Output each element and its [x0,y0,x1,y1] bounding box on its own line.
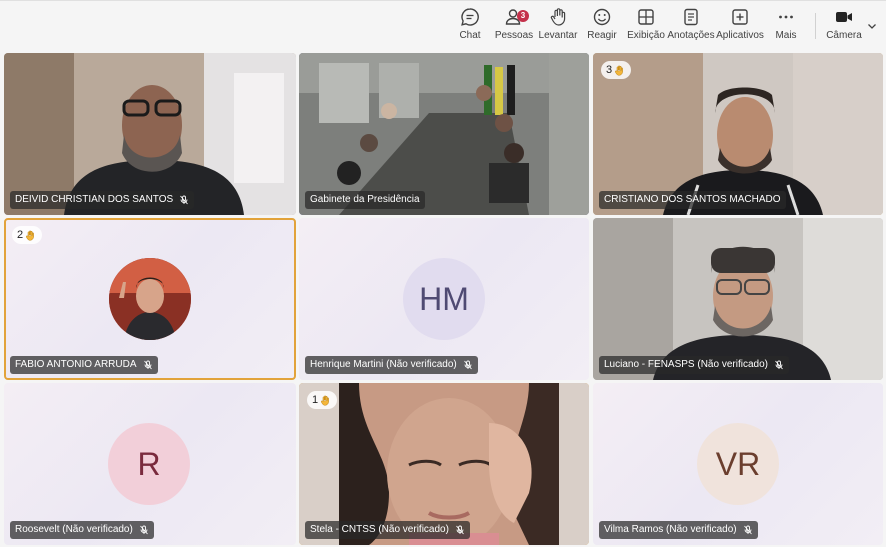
participant-name: Vilma Ramos (Não verificado) [604,524,737,535]
participant-tile[interactable]: 1 Stela - CNTSS (Não verificado) [299,383,589,545]
people-button[interactable]: 3 Pessoas [490,7,538,47]
grid-view-icon [638,9,654,25]
apps-button[interactable]: Aplicativos [716,7,764,47]
chat-button[interactable]: Chat [446,7,494,47]
avatar-photo [109,258,191,340]
mic-off-icon [143,360,152,370]
participant-name-tag: Vilma Ramos (Não verificado) [599,521,758,539]
people-count-badge: 3 [517,10,529,22]
avatar-initials: VR [715,445,761,482]
participant-name: Gabinete da Presidência [310,194,420,205]
raise-hand-label: Levantar [538,30,578,41]
mic-off-icon [743,525,752,535]
avatar: R [108,423,190,505]
notes-icon [684,8,698,26]
notes-label: Anotações [667,30,715,41]
participant-name-tag: Gabinete da Presidência [305,191,425,209]
camera-button[interactable]: Câmera [820,7,868,47]
participant-tile[interactable]: HM Henrique Martini (Não verificado) [299,218,589,380]
meeting-toolbar: Chat 3 Pessoas Levantar Reagir Exibição … [0,0,886,48]
avatar: HM [403,258,485,340]
react-label: Reagir [587,30,617,41]
participant-tile[interactable]: 2 FABIO ANTONIO ARRUDA [4,218,296,380]
video-grid: DEIVID CHRISTIAN DOS SANTOS Gabinete da … [0,50,886,547]
raised-hand-order: 2 [17,229,24,241]
participant-name: Stela - CNTSS (Não verificado) [310,524,449,535]
toolbar-divider [815,13,816,39]
camera-icon [836,12,852,22]
raised-hand-icon [615,65,623,76]
raised-hand-icon [26,230,34,241]
notes-button[interactable]: Anotações [667,7,715,47]
add-app-icon [732,9,748,25]
avatar [109,258,191,340]
hand-icon [550,8,566,26]
mic-off-icon [139,525,148,535]
participant-name-tag: Henrique Martini (Não verificado) [305,356,478,374]
raised-hand-icon [321,395,329,406]
smiley-icon [593,8,611,26]
participant-tile[interactable]: DEIVID CHRISTIAN DOS SANTOS [4,53,296,215]
mic-off-icon [775,360,783,370]
view-label: Exibição [627,30,665,41]
participant-name-tag: Roosevelt (Não verificado) [10,521,154,539]
participant-name-tag: CRISTIANO DOS SANTOS MACHADO [599,191,786,209]
chevron-down-icon[interactable] [867,21,877,31]
raise-hand-button[interactable]: Levantar [534,7,582,47]
view-button[interactable]: Exibição [622,7,670,47]
participant-tile[interactable]: R Roosevelt (Não verificado) [4,383,296,545]
camera-label: Câmera [826,30,862,41]
avatar-initials: R [137,445,161,482]
chat-label: Chat [459,30,481,41]
participant-tile[interactable]: Gabinete da Presidência [299,53,589,215]
participant-name: Roosevelt (Não verificado) [15,524,133,535]
participant-name-tag: DEIVID CHRISTIAN DOS SANTOS [10,191,195,209]
mic-off-icon [180,195,189,205]
apps-label: Aplicativos [716,30,764,41]
mic-off-icon [463,360,472,370]
raised-hand-indicator: 3 [601,61,632,79]
more-button[interactable]: Mais [762,7,810,47]
participant-name-tag: FABIO ANTONIO ARRUDA [10,356,158,374]
participant-name: CRISTIANO DOS SANTOS MACHADO [604,194,781,205]
participant-name: FABIO ANTONIO ARRUDA [15,359,137,370]
raised-hand-order: 1 [312,394,319,406]
avatar: VR [697,423,779,505]
avatar-initials: HM [419,280,469,317]
raised-hand-indicator: 1 [307,391,338,409]
chat-icon [461,8,479,26]
participant-tile[interactable]: VR Vilma Ramos (Não verificado) [593,383,883,545]
react-button[interactable]: Reagir [578,7,626,47]
more-label: Mais [775,30,797,41]
participant-tile[interactable]: 3 CRISTIANO DOS SANTOS MACHADO [593,53,883,215]
participant-name: DEIVID CHRISTIAN DOS SANTOS [15,194,174,205]
participant-name: Henrique Martini (Não verificado) [310,359,457,370]
raised-hand-indicator: 2 [12,226,43,244]
participant-name-tag: Stela - CNTSS (Não verificado) [305,521,470,539]
raised-hand-order: 3 [606,64,613,76]
more-icon [779,15,793,19]
participant-name: Luciano - FENASPS (Não verificado) [604,359,768,370]
people-label: Pessoas [494,30,534,41]
participant-name-tag: Luciano - FENASPS (Não verificado) [599,356,789,374]
participant-tile[interactable]: Luciano - FENASPS (Não verificado) [593,218,883,380]
mic-off-icon [456,525,464,535]
